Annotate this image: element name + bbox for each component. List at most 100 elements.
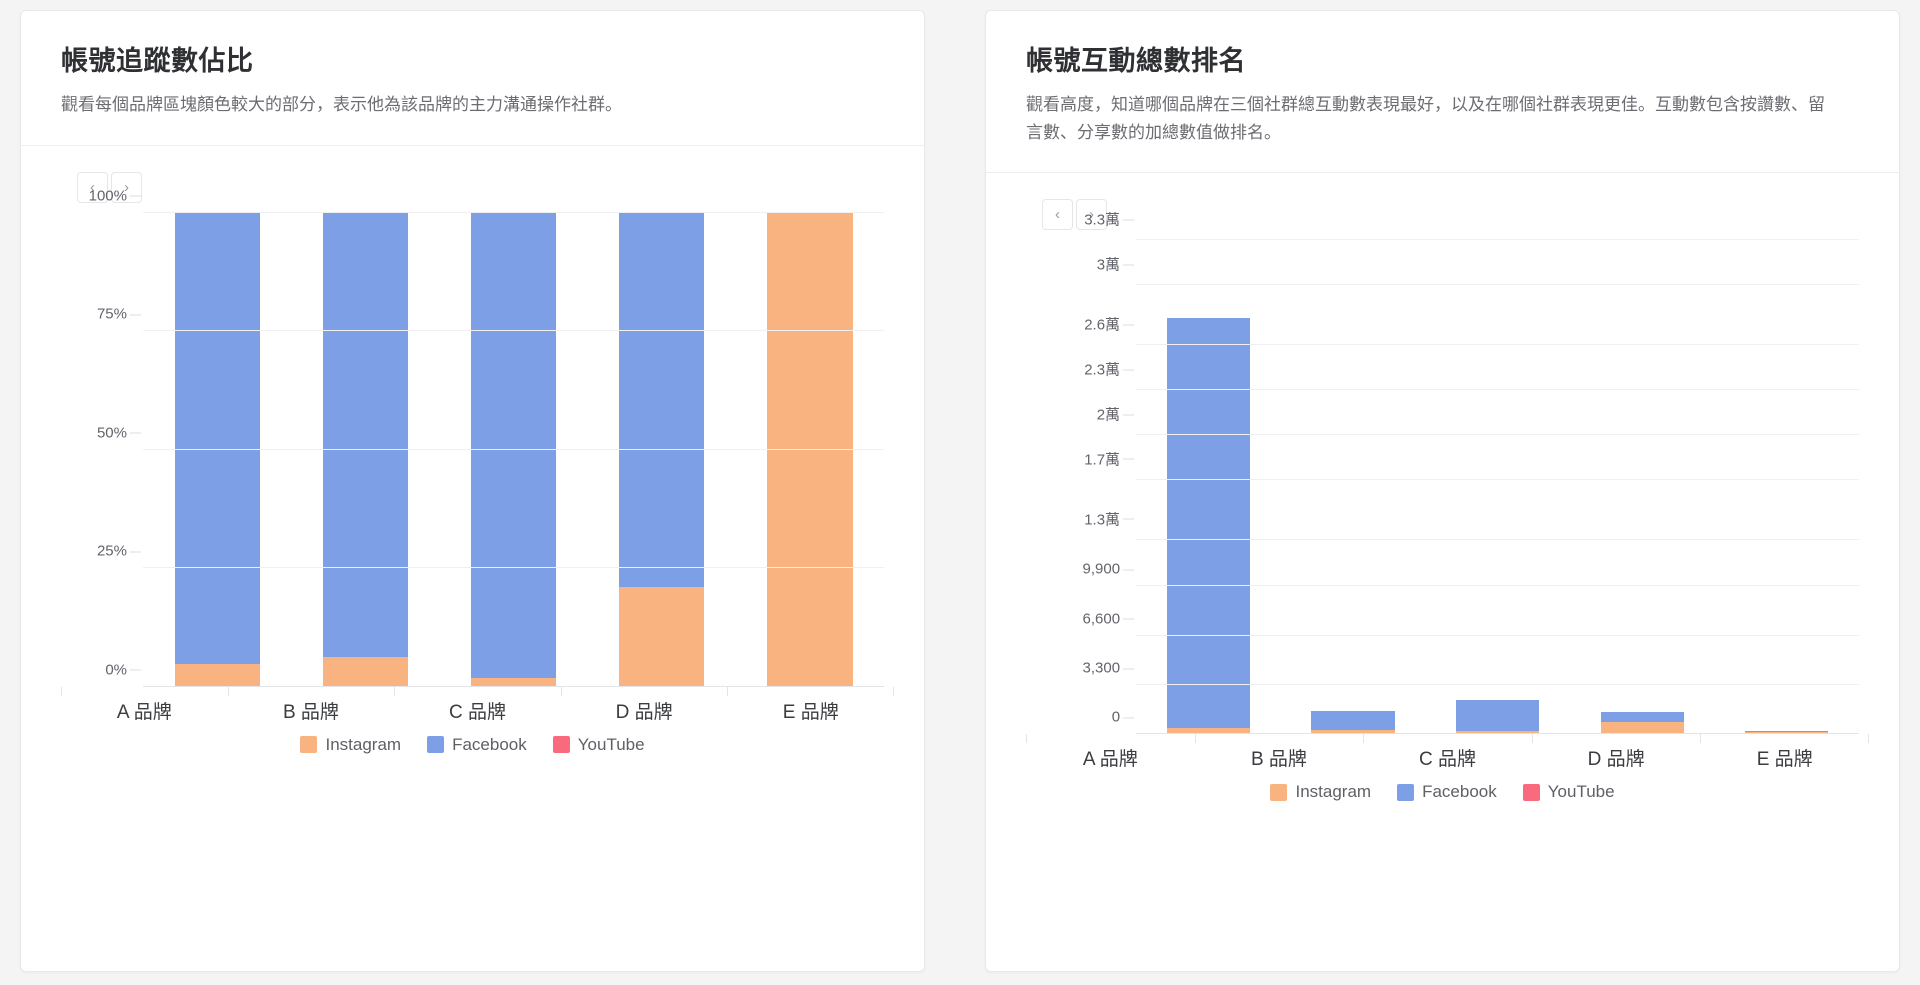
- engagement-ranking-legend: Instagram Facebook YouTube: [1016, 782, 1869, 802]
- y-axis-tick-label: 6,600: [1083, 610, 1137, 627]
- bar-segment-instagram[interactable]: [619, 587, 705, 687]
- legend-label: YouTube: [577, 734, 645, 754]
- engagement-ranking-title: 帳號互動總數排名: [1026, 46, 1247, 76]
- stacked-bar[interactable]: [1455, 700, 1540, 735]
- stacked-bar[interactable]: [619, 212, 705, 687]
- bar-segment-facebook[interactable]: [619, 212, 705, 588]
- x-axis-label: D 品牌: [560, 686, 728, 723]
- bar-segment-facebook[interactable]: [322, 212, 408, 658]
- legend-swatch-instagram: [300, 736, 318, 754]
- x-axis-label: C 品牌: [394, 686, 561, 723]
- engagement-ranking-x-axis: A 品牌 B 品牌 C 品牌 D 品牌 E 品牌: [1026, 734, 1869, 770]
- follower-share-pager: ‹ ›: [77, 171, 894, 203]
- y-axis-tick-label: 2.6萬: [1084, 314, 1136, 335]
- bar-group[interactable]: [1570, 240, 1715, 735]
- legend-label: Facebook: [452, 734, 527, 754]
- bar-segment-facebook[interactable]: [1600, 712, 1684, 722]
- bar-group[interactable]: [736, 212, 884, 687]
- gridline: [1136, 389, 1859, 391]
- legend-item-instagram[interactable]: Instagram: [300, 735, 401, 755]
- follower-share-legend: Instagram Facebook YouTube: [51, 735, 894, 755]
- y-axis-tick-label: 25%: [97, 543, 143, 560]
- x-axis-label: A 品牌: [1026, 734, 1195, 770]
- bar-group[interactable]: [143, 212, 291, 687]
- y-axis-tick-label: 2萬: [1097, 404, 1136, 425]
- y-axis-tick-label: 3,300: [1083, 660, 1137, 677]
- prev-page-button[interactable]: ‹: [1042, 199, 1074, 231]
- y-axis-tick-label: 3萬: [1097, 254, 1136, 275]
- y-axis-tick-label: 0: [1112, 709, 1136, 726]
- bar-segment-facebook[interactable]: [1455, 700, 1540, 732]
- legend-label: YouTube: [1547, 782, 1615, 802]
- follower-share-plot-area: 0% 25% 50% 75% 100%: [89, 187, 885, 687]
- legend-item-facebook[interactable]: Facebook: [427, 735, 527, 755]
- bar-group[interactable]: [588, 212, 736, 687]
- gridline: [1136, 284, 1859, 286]
- gridline: [1136, 434, 1859, 436]
- legend-swatch-youtube: [552, 736, 570, 754]
- y-axis-tick-label: 1.3萬: [1084, 508, 1136, 529]
- gridline: [143, 448, 885, 450]
- stacked-bar[interactable]: [1600, 712, 1684, 735]
- y-axis-tick-label: 3.3萬: [1084, 209, 1136, 230]
- follower-share-card: 帳號追蹤數佔比 觀看每個品牌區塊顏色較大的部分，表示他為該品牌的主力溝通操作社群…: [20, 10, 926, 972]
- engagement-ranking-card-body: ‹ › 0 3,300 6,600 9,900 1.3萬 1.7萬 2萬 2.3萬 2.6萬 3萬…: [986, 173, 1899, 971]
- legend-swatch-youtube: [1522, 783, 1540, 801]
- stacked-bar[interactable]: [470, 212, 557, 687]
- y-axis-tick-label: 100%: [89, 187, 143, 204]
- stacked-bar[interactable]: [322, 212, 408, 687]
- stacked-bar[interactable]: [1166, 318, 1250, 735]
- legend-label: Instagram: [1295, 782, 1372, 802]
- bar-segment-instagram[interactable]: [174, 664, 260, 687]
- y-axis-tick-label: 0%: [105, 661, 143, 678]
- bar-segment-facebook[interactable]: [174, 212, 260, 665]
- x-axis-label: B 品牌: [227, 686, 395, 723]
- engagement-ranking-chart: 0 3,300 6,600 9,900 1.3萬 1.7萬 2萬 2.3萬 2.6萬 3萬 3.3萬…: [1026, 212, 1869, 770]
- y-axis-tick-label: 75%: [97, 306, 143, 323]
- legend-swatch-facebook: [1397, 783, 1415, 801]
- engagement-ranking-description: 觀看高度，知道哪個品牌在三個社群總互動數表現最好，以及在哪個社群表現更佳。互動數…: [1026, 95, 1826, 142]
- legend-swatch-instagram: [1270, 783, 1288, 801]
- stacked-bar[interactable]: [767, 212, 853, 687]
- engagement-ranking-card-header: 帳號互動總數排名 觀看高度，知道哪個品牌在三個社群總互動數表現最好，以及在哪個社…: [986, 11, 1899, 174]
- gridline: [1136, 538, 1859, 540]
- legend-item-instagram[interactable]: Instagram: [1270, 782, 1371, 802]
- follower-share-card-body: ‹ › 0% 25% 50% 75% 100% A 品牌 B 品牌 C 品牌 D 品牌 E 品牌…: [21, 146, 924, 971]
- engagement-ranking-pager: ‹ ›: [1042, 199, 1869, 231]
- gridline: [1136, 684, 1859, 686]
- gridline: [1136, 634, 1859, 636]
- legend-item-facebook[interactable]: Facebook: [1397, 782, 1497, 802]
- gridline: [1136, 478, 1859, 480]
- bar-segment-instagram[interactable]: [322, 657, 408, 687]
- bar-group[interactable]: [1281, 240, 1426, 735]
- bar-group[interactable]: [1425, 240, 1570, 735]
- bar-segment-facebook[interactable]: [1311, 710, 1395, 730]
- x-axis-label: E 品牌: [727, 686, 894, 723]
- engagement-ranking-bars: [1136, 240, 1859, 735]
- legend-label: Facebook: [1422, 782, 1497, 802]
- bar-segment-instagram[interactable]: [767, 212, 853, 687]
- bar-segment-facebook[interactable]: [470, 212, 557, 679]
- follower-share-description: 觀看每個品牌區塊顏色較大的部分，表示他為該品牌的主力溝通操作社群。: [61, 95, 622, 115]
- legend-item-youtube[interactable]: YouTube: [1522, 782, 1615, 802]
- legend-item-youtube[interactable]: YouTube: [552, 734, 645, 755]
- stacked-bar[interactable]: [174, 212, 260, 687]
- follower-share-card-header: 帳號追蹤數佔比 觀看每個品牌區塊顏色較大的部分，表示他為該品牌的主力溝通操作社群…: [21, 11, 925, 146]
- x-axis-label: E 品牌: [1700, 734, 1869, 770]
- bar-group[interactable]: [439, 212, 587, 687]
- bar-group[interactable]: [291, 212, 439, 687]
- bar-group[interactable]: [1714, 240, 1859, 735]
- x-axis-label: D 品牌: [1531, 734, 1701, 770]
- page-title: 帳號追蹤數佔比: [61, 46, 254, 76]
- bar-segment-facebook[interactable]: [1166, 318, 1250, 728]
- y-axis-tick-label: 2.3萬: [1084, 359, 1136, 380]
- x-axis-label: C 品牌: [1363, 734, 1532, 770]
- follower-share-bars: [143, 212, 884, 687]
- stacked-bar[interactable]: [1311, 710, 1395, 735]
- bar-group[interactable]: [1136, 240, 1281, 735]
- follower-share-x-axis: A 品牌 B 品牌 C 品牌 D 品牌 E 品牌: [61, 686, 894, 723]
- gridline: [143, 330, 885, 332]
- dashboard-page: 帳號追蹤數佔比 觀看每個品牌區塊顏色較大的部分，表示他為該品牌的主力溝通操作社群…: [0, 0, 1920, 985]
- gridline: [1136, 344, 1859, 346]
- x-axis-label: B 品牌: [1194, 734, 1364, 770]
